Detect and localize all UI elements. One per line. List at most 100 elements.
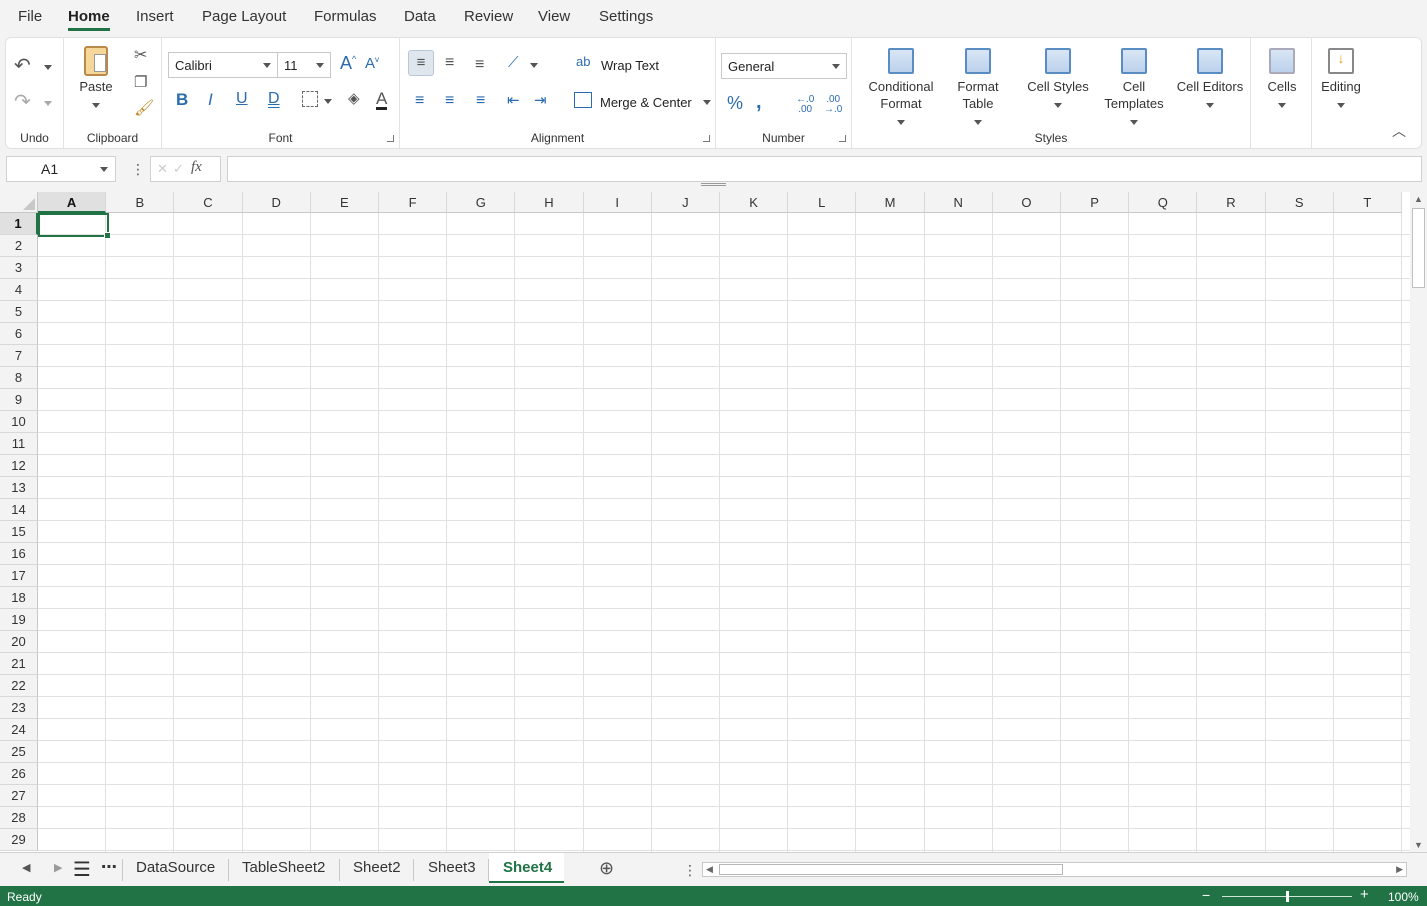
column-header-s[interactable]: S: [1265, 192, 1334, 213]
borders-dropdown-icon[interactable]: [324, 99, 332, 104]
merge-center-button[interactable]: Merge & Center: [600, 95, 692, 110]
column-header-b[interactable]: B: [106, 192, 175, 213]
row-header-8[interactable]: 8: [0, 367, 38, 389]
column-header-m[interactable]: M: [856, 192, 925, 213]
alignment-dialog-launcher-icon[interactable]: [703, 135, 710, 142]
row-header-9[interactable]: 9: [0, 389, 38, 411]
font-color-icon[interactable]: A: [376, 90, 388, 110]
row-header-4[interactable]: 4: [0, 279, 38, 301]
row-header-22[interactable]: 22: [0, 675, 38, 697]
align-right-icon[interactable]: ≡: [476, 93, 485, 109]
format-table-button[interactable]: Format Table: [948, 48, 1008, 129]
sheet-tab-sheet3[interactable]: Sheet3: [428, 859, 476, 876]
editing-button[interactable]: ↓ Editing: [1316, 48, 1366, 112]
row-header-26[interactable]: 26: [0, 763, 38, 785]
row-header-6[interactable]: 6: [0, 323, 38, 345]
formula-input[interactable]: [227, 156, 1422, 182]
borders-icon[interactable]: [302, 91, 318, 107]
formula-bar-resize-handle[interactable]: [701, 183, 726, 186]
column-header-p[interactable]: P: [1061, 192, 1130, 213]
horizontal-scroll-thumb[interactable]: [719, 864, 1063, 875]
vertical-scroll-thumb[interactable]: [1412, 208, 1425, 288]
format-painter-icon[interactable]: 🖌: [134, 101, 154, 117]
column-header-l[interactable]: L: [788, 192, 857, 213]
merge-dropdown-icon[interactable]: [703, 100, 711, 105]
align-top-icon[interactable]: ≡: [408, 50, 434, 76]
tab-splitter-icon[interactable]: ⋮: [683, 862, 697, 879]
scroll-right-icon[interactable]: ▶: [1396, 864, 1403, 875]
row-header-28[interactable]: 28: [0, 807, 38, 829]
active-cell[interactable]: [38, 213, 111, 239]
increase-font-icon[interactable]: A^: [340, 54, 356, 72]
column-header-n[interactable]: N: [924, 192, 993, 213]
increase-decimal-icon[interactable]: ←.0.00: [796, 95, 814, 115]
redo-icon[interactable]: ↷: [14, 92, 31, 112]
row-header-27[interactable]: 27: [0, 785, 38, 807]
menu-tab-settings[interactable]: Settings: [599, 8, 653, 25]
vertical-scrollbar[interactable]: ▲ ▼: [1410, 192, 1427, 852]
font-family-select[interactable]: Calibri: [168, 52, 278, 78]
font-size-select[interactable]: 11: [277, 52, 331, 78]
menu-tab-home[interactable]: Home: [68, 8, 110, 31]
more-sheets-icon[interactable]: ⋯: [101, 857, 117, 877]
menu-tab-insert[interactable]: Insert: [136, 8, 174, 25]
row-header-24[interactable]: 24: [0, 719, 38, 741]
row-header-16[interactable]: 16: [0, 543, 38, 565]
copy-icon[interactable]: ❐: [134, 75, 147, 90]
menu-tab-formulas[interactable]: Formulas: [314, 8, 377, 25]
menu-tab-file[interactable]: File: [18, 8, 42, 25]
number-format-select[interactable]: General: [721, 53, 847, 79]
add-sheet-icon[interactable]: ⊕: [599, 858, 614, 879]
decrease-decimal-icon[interactable]: .00 →.0: [824, 95, 842, 115]
row-header-12[interactable]: 12: [0, 455, 38, 477]
column-header-o[interactable]: O: [992, 192, 1061, 213]
column-header-d[interactable]: D: [242, 192, 311, 213]
prev-sheet-icon[interactable]: ◀: [22, 861, 30, 874]
scroll-up-icon[interactable]: ▲: [1414, 194, 1423, 204]
zoom-level[interactable]: 100%: [1388, 890, 1419, 904]
zoom-slider[interactable]: [1222, 891, 1352, 902]
redo-dropdown-icon[interactable]: [44, 101, 52, 106]
row-header-20[interactable]: 20: [0, 631, 38, 653]
enter-icon[interactable]: ✓: [173, 161, 184, 177]
insert-function-icon[interactable]: fx: [191, 159, 202, 176]
more-options-icon[interactable]: ⋮: [131, 161, 145, 178]
row-header-25[interactable]: 25: [0, 741, 38, 763]
conditional-format-button[interactable]: Conditional Format: [858, 48, 944, 129]
row-header-19[interactable]: 19: [0, 609, 38, 631]
decrease-font-icon[interactable]: Av: [365, 56, 379, 72]
align-bottom-icon[interactable]: ≡: [475, 57, 484, 73]
name-box[interactable]: A1: [6, 156, 116, 182]
menu-tab-page-layout[interactable]: Page Layout: [202, 8, 286, 25]
row-header-13[interactable]: 13: [0, 477, 38, 499]
column-header-g[interactable]: G: [447, 192, 516, 213]
collapse-ribbon-icon[interactable]: ︿: [1392, 124, 1406, 138]
undo-dropdown-icon[interactable]: [44, 65, 52, 70]
column-header-e[interactable]: E: [310, 192, 379, 213]
row-header-23[interactable]: 23: [0, 697, 38, 719]
align-center-icon[interactable]: ≡: [445, 93, 454, 109]
row-header-5[interactable]: 5: [0, 301, 38, 323]
cell-styles-button[interactable]: Cell Styles: [1018, 48, 1098, 112]
column-header-i[interactable]: I: [583, 192, 652, 213]
menu-tab-view[interactable]: View: [538, 8, 570, 25]
row-header-14[interactable]: 14: [0, 499, 38, 521]
font-dialog-launcher-icon[interactable]: [387, 135, 394, 142]
number-dialog-launcher-icon[interactable]: [839, 135, 846, 142]
row-header-1[interactable]: 1: [0, 213, 38, 235]
sheet-tab-sheet4[interactable]: Sheet4: [503, 859, 552, 876]
cells-button[interactable]: Cells: [1259, 48, 1305, 112]
zoom-slider-thumb[interactable]: [1285, 891, 1289, 902]
column-header-q[interactable]: Q: [1129, 192, 1198, 213]
column-header-f[interactable]: F: [379, 192, 448, 213]
row-header-29[interactable]: 29: [0, 829, 38, 851]
align-middle-icon[interactable]: ≡: [445, 55, 454, 71]
orientation-dropdown-icon[interactable]: [530, 63, 538, 68]
italic-icon[interactable]: I: [208, 91, 213, 108]
column-header-j[interactable]: J: [651, 192, 720, 213]
bold-icon[interactable]: B: [176, 91, 188, 108]
all-sheets-icon[interactable]: ☰: [73, 857, 91, 882]
menu-tab-review[interactable]: Review: [464, 8, 513, 25]
next-sheet-icon[interactable]: ▶: [54, 861, 62, 874]
row-header-3[interactable]: 3: [0, 257, 38, 279]
